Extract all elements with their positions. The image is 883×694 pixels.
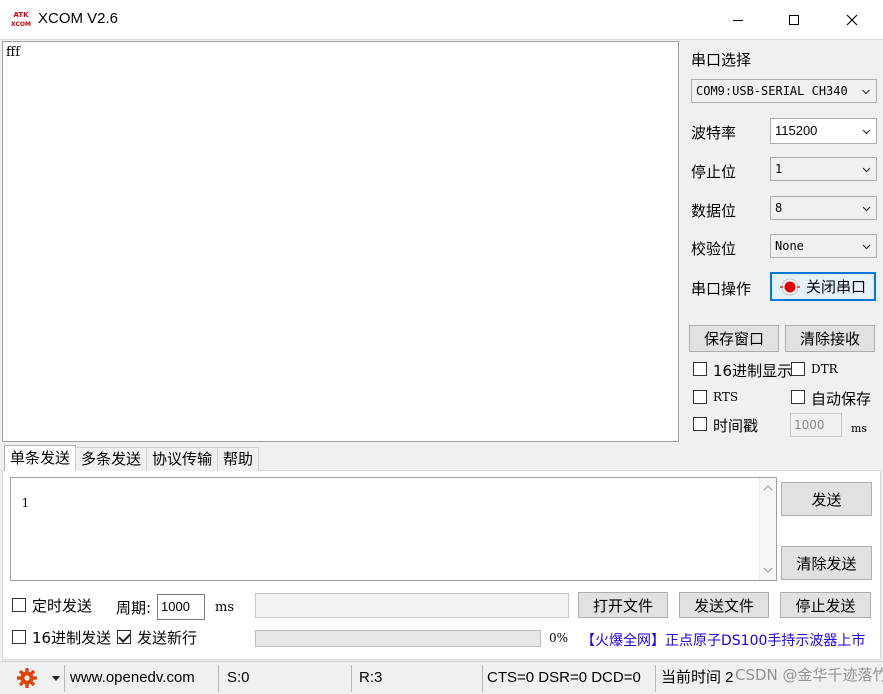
- send-progress-bar: [255, 630, 541, 647]
- file-path-field[interactable]: [255, 593, 569, 618]
- parity-label: 校验位: [691, 240, 737, 258]
- hex-send-label: 16进制发送: [32, 629, 112, 647]
- close-icon: [846, 14, 858, 26]
- tab-multi-send[interactable]: 多条发送: [75, 447, 148, 471]
- send-button-label: 发送: [811, 490, 842, 509]
- sent-count: S:0: [227, 669, 250, 686]
- clear-receive-label: 清除接收: [799, 330, 860, 348]
- save-window-button[interactable]: 保存窗口: [689, 325, 779, 352]
- chevron-down-icon: [862, 129, 871, 135]
- period-input[interactable]: 1000: [157, 594, 205, 620]
- watermark: CSDN @金华千迹落竹: [735, 666, 883, 684]
- website-link[interactable]: www.openedv.com: [70, 662, 195, 694]
- timestamp-checkbox[interactable]: [693, 417, 707, 431]
- timestamp-unit: ms: [851, 422, 868, 435]
- dtr-checkbox[interactable]: [791, 362, 805, 376]
- send-scrollbar[interactable]: [759, 478, 776, 580]
- toggle-port-label: 关闭串口: [805, 278, 866, 296]
- chevron-down-icon: [862, 167, 871, 173]
- title-bar: ATK XCOM XCOM V2.6: [0, 0, 883, 40]
- tab-help[interactable]: 帮助: [217, 447, 260, 471]
- status-separator: [655, 665, 656, 692]
- send-file-label: 发送文件: [693, 596, 754, 615]
- promo-link[interactable]: 【火爆全网】正点原子DS100手持示波器上市: [577, 627, 873, 655]
- current-time: 当前时间 2: [661, 669, 734, 686]
- port-select[interactable]: COM9:USB-SERIAL CH340: [691, 79, 877, 103]
- period-unit: ms: [215, 600, 234, 615]
- port-status-indicator-icon: [779, 278, 800, 295]
- status-separator: [482, 665, 483, 692]
- timed-send-checkbox[interactable]: [12, 598, 26, 612]
- scroll-down-icon[interactable]: [760, 562, 776, 578]
- stop-bits-value: 1: [775, 162, 783, 176]
- save-window-label: 保存窗口: [703, 330, 764, 348]
- send-button[interactable]: 发送: [781, 482, 872, 516]
- status-separator: [351, 665, 352, 692]
- settings-dropdown-icon[interactable]: [52, 676, 60, 682]
- data-bits-select[interactable]: 8: [770, 196, 877, 220]
- auto-save-checkbox[interactable]: [791, 390, 805, 404]
- received-count: R:3: [359, 669, 383, 686]
- minimize-button[interactable]: [709, 0, 767, 40]
- maximize-icon: [789, 15, 799, 25]
- baud-rate-select[interactable]: 115200: [770, 118, 877, 144]
- app-logo-icon: ATK XCOM: [11, 10, 31, 28]
- receive-display[interactable]: fff: [2, 41, 679, 442]
- baud-rate-value: 115200: [775, 123, 818, 138]
- send-newline-label: 发送新行: [137, 629, 198, 647]
- status-separator: [64, 665, 65, 692]
- send-newline-checkbox[interactable]: [117, 630, 131, 644]
- open-file-button[interactable]: 打开文件: [578, 592, 668, 618]
- send-mode-tabs: 单条发送 多条发送 协议传输 帮助: [4, 445, 260, 471]
- stop-send-label: 停止发送: [795, 596, 856, 615]
- port-select-label: 串口选择: [691, 51, 752, 69]
- modem-lines-status: CTS=0 DSR=0 DCD=0: [487, 669, 641, 686]
- port-operation-label: 串口操作: [691, 280, 752, 298]
- toggle-port-button[interactable]: 关闭串口: [770, 272, 876, 301]
- auto-save-label: 自动保存: [811, 390, 872, 408]
- gear-icon[interactable]: [16, 667, 38, 689]
- clear-receive-button[interactable]: 清除接收: [785, 325, 875, 352]
- hex-display-checkbox[interactable]: [693, 362, 707, 376]
- chevron-down-icon: [862, 244, 871, 250]
- hex-send-checkbox[interactable]: [12, 630, 26, 644]
- clear-send-label: 清除发送: [796, 554, 857, 573]
- chevron-down-icon: [862, 206, 871, 212]
- data-bits-value: 8: [775, 201, 783, 215]
- stop-send-button[interactable]: 停止发送: [780, 592, 871, 618]
- send-file-button[interactable]: 发送文件: [679, 592, 769, 618]
- window-title: XCOM V2.6: [38, 10, 119, 27]
- rts-label: RTS: [713, 390, 739, 404]
- timed-send-label: 定时发送: [32, 597, 93, 615]
- stop-bits-label: 停止位: [691, 163, 737, 181]
- timestamp-label: 时间戳: [713, 417, 759, 435]
- tab-protocol-transfer[interactable]: 协议传输: [146, 447, 219, 471]
- scroll-up-icon[interactable]: [760, 480, 776, 496]
- close-button[interactable]: [823, 0, 881, 40]
- svg-text:XCOM: XCOM: [11, 21, 31, 28]
- port-select-value: COM9:USB-SERIAL CH340: [696, 84, 848, 98]
- data-bits-label: 数据位: [691, 202, 737, 220]
- baud-rate-label: 波特率: [691, 124, 737, 142]
- stop-bits-select[interactable]: 1: [770, 157, 877, 181]
- open-file-label: 打开文件: [592, 596, 653, 615]
- send-text: 1: [21, 496, 30, 510]
- chevron-down-icon: [859, 87, 873, 96]
- rts-checkbox[interactable]: [693, 390, 707, 404]
- maximize-button[interactable]: [765, 0, 823, 40]
- clear-send-button[interactable]: 清除发送: [781, 546, 872, 580]
- minimize-icon: [733, 20, 743, 21]
- parity-select[interactable]: None: [770, 234, 877, 258]
- send-progress-text: 0%: [549, 631, 569, 645]
- dtr-label: DTR: [811, 362, 838, 376]
- tab-single-send[interactable]: 单条发送: [4, 445, 77, 471]
- parity-value: None: [775, 239, 804, 253]
- status-separator: [218, 665, 219, 692]
- hex-display-label: 16进制显示: [713, 362, 793, 380]
- period-label: 周期:: [116, 599, 152, 617]
- send-input[interactable]: 1: [10, 477, 777, 581]
- svg-text:ATK: ATK: [13, 11, 29, 19]
- timestamp-interval-input[interactable]: 1000: [790, 413, 842, 437]
